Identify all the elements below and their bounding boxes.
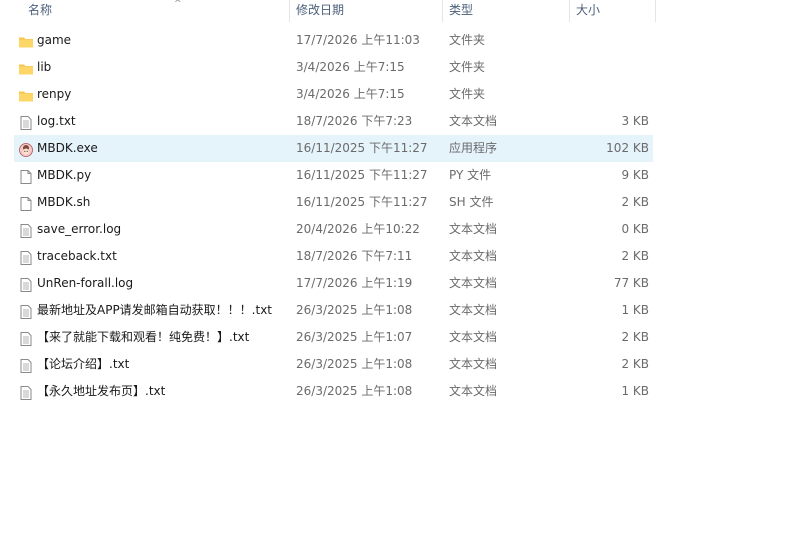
file-type: SH 文件 [449,195,494,209]
file-row[interactable]: renpy 3/4/2026 上午7:15 文件夹 [14,81,653,108]
column-header-bar: 名称 ^ 修改日期 类型 大小 [0,0,656,22]
file-type: 文件夹 [449,33,486,47]
column-header-type[interactable]: 类型 [443,0,570,22]
file-size: 2 KB [621,330,649,344]
column-header-name[interactable]: 名称 ^ [22,0,290,22]
file-name: lib [37,60,52,74]
file-row[interactable]: log.txt 18/7/2026 下午7:23 文本文档 3 KB [14,108,653,135]
file-date: 18/7/2026 下午7:23 [296,114,413,128]
file-row[interactable]: MBDK.sh 16/11/2025 下午11:27 SH 文件 2 KB [14,189,653,216]
file-type: 应用程序 [449,141,498,155]
file-name: MBDK.exe [37,141,98,155]
file-date: 16/11/2025 下午11:27 [296,168,428,182]
file-size: 1 KB [621,303,649,317]
column-header-name-label: 名称 [28,3,53,17]
file-date: 26/3/2025 上午1:08 [296,303,413,317]
file-name: 最新地址及APP请发邮箱自动获取！！！.txt [37,303,273,317]
sort-indicator-icon: ^ [174,0,182,9]
file-type: 文本文档 [449,330,498,344]
file-row[interactable]: MBDK.exe 16/11/2025 下午11:27 应用程序 102 KB [14,135,653,162]
file-date: 16/11/2025 下午11:27 [296,195,428,209]
file-size: 2 KB [621,195,649,209]
file-size: 2 KB [621,249,649,263]
blank-file-icon [18,195,34,211]
file-name: MBDK.py [37,168,92,182]
folder-icon [18,33,34,49]
file-date: 26/3/2025 上午1:08 [296,357,413,371]
column-header-type-label: 类型 [449,3,474,17]
text-file-icon [18,384,34,400]
file-date: 26/3/2025 上午1:07 [296,330,413,344]
file-type: 文本文档 [449,276,498,290]
file-name: 【来了就能下载和观看！纯免费！】.txt [37,330,250,344]
file-name: game [37,33,72,47]
file-type: 文本文档 [449,114,498,128]
file-list: game 17/7/2026 上午11:03 文件夹 lib 3/4/2026 上午7:… [14,27,653,405]
text-file-icon [18,276,34,292]
column-header-size-label: 大小 [576,3,601,17]
file-name: 【永久地址发布页】.txt [37,384,166,398]
file-explorer: 名称 ^ 修改日期 类型 大小 game 17/7/2026 上午11:03 文件夹… [0,0,800,537]
file-date: 20/4/2026 上午10:22 [296,222,420,236]
file-date: 3/4/2026 上午7:15 [296,60,405,74]
folder-icon [18,60,34,76]
file-date: 17/7/2026 上午1:19 [296,276,413,290]
column-header-date[interactable]: 修改日期 [290,0,443,22]
file-row[interactable]: lib 3/4/2026 上午7:15 文件夹 [14,54,653,81]
text-file-icon [18,330,34,346]
file-name: log.txt [37,114,76,128]
file-row[interactable]: traceback.txt 18/7/2026 下午7:11 文本文档 2 KB [14,243,653,270]
file-name: renpy [37,87,72,101]
file-row[interactable]: 最新地址及APP请发邮箱自动获取！！！.txt 26/3/2025 上午1:08 文… [14,297,653,324]
file-name: 【论坛介绍】.txt [37,357,130,371]
file-date: 3/4/2026 上午7:15 [296,87,405,101]
file-name: UnRen-forall.log [37,276,134,290]
file-size: 1 KB [621,384,649,398]
file-type: 文件夹 [449,60,486,74]
file-row[interactable]: 【永久地址发布页】.txt 26/3/2025 上午1:08 文本文档 1 KB [14,378,653,405]
file-name: MBDK.sh [37,195,91,209]
text-file-icon [18,114,34,130]
file-date: 26/3/2025 上午1:08 [296,384,413,398]
file-size: 0 KB [621,222,649,236]
file-date: 16/11/2025 下午11:27 [296,141,428,155]
file-size: 3 KB [621,114,649,128]
file-type: 文本文档 [449,303,498,317]
file-row[interactable]: 【论坛介绍】.txt 26/3/2025 上午1:08 文本文档 2 KB [14,351,653,378]
file-type: 文件夹 [449,87,486,101]
file-size: 102 KB [606,141,649,155]
text-file-icon [18,249,34,265]
file-type: PY 文件 [449,168,492,182]
file-type: 文本文档 [449,222,498,236]
file-row[interactable]: save_error.log 20/4/2026 上午10:22 文本文档 0 KB [14,216,653,243]
file-row[interactable]: MBDK.py 16/11/2025 下午11:27 PY 文件 9 KB [14,162,653,189]
file-type: 文本文档 [449,357,498,371]
column-header-date-label: 修改日期 [296,3,345,17]
file-name: traceback.txt [37,249,117,263]
text-file-icon [18,222,34,238]
file-size: 2 KB [621,357,649,371]
file-date: 17/7/2026 上午11:03 [296,33,420,47]
file-row[interactable]: game 17/7/2026 上午11:03 文件夹 [14,27,653,54]
text-file-icon [18,303,34,319]
column-header-size[interactable]: 大小 [570,0,656,22]
file-type: 文本文档 [449,384,498,398]
folder-icon [18,87,34,103]
file-name: save_error.log [37,222,122,236]
file-row[interactable]: 【来了就能下载和观看！纯免费！】.txt 26/3/2025 上午1:07 文本文档… [14,324,653,351]
file-date: 18/7/2026 下午7:11 [296,249,413,263]
file-row[interactable]: UnRen-forall.log 17/7/2026 上午1:19 文本文档 77 K… [14,270,653,297]
file-size: 77 KB [613,276,649,290]
file-type: 文本文档 [449,249,498,263]
file-size: 9 KB [621,168,649,182]
blank-file-icon [18,168,34,184]
app-icon [18,141,34,157]
text-file-icon [18,357,34,373]
